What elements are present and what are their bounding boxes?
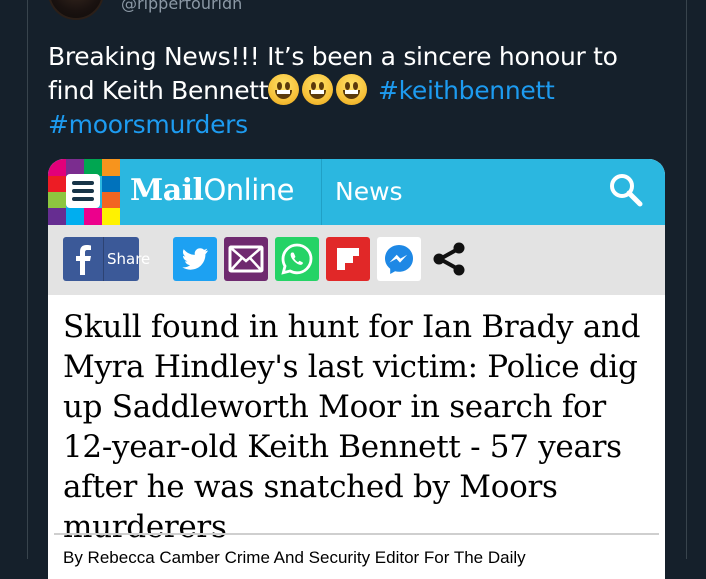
tweet-text: Breaking News!!! It’s been a sincere hon… [48, 40, 668, 142]
mailonline-logo[interactable]: MailOnline [130, 171, 294, 210]
section-label-news[interactable]: News [335, 175, 403, 209]
flipboard-icon [335, 246, 361, 272]
messenger-share-button[interactable] [377, 237, 421, 281]
tweet-card-border-right [686, 0, 687, 559]
grinning-face-emoji-icon [268, 74, 300, 105]
headline-divider [54, 533, 659, 535]
hashtag-link-moorsmurders[interactable]: #moorsmurders [48, 110, 248, 139]
menu-icon[interactable] [66, 174, 100, 208]
article-headline[interactable]: Skull found in hunt for Ian Brady and My… [63, 307, 653, 547]
logo-text-mail: Mail [130, 173, 204, 208]
whatsapp-share-button[interactable] [275, 237, 319, 281]
share-button-label: Share [107, 250, 151, 268]
messenger-icon [385, 245, 413, 274]
grinning-face-emoji-icon [302, 74, 334, 105]
avatar[interactable] [48, 0, 104, 20]
mailonline-header: MailOnline News [48, 159, 665, 225]
hashtag-link-keithbennett[interactable]: #keithbennett [378, 76, 555, 105]
twitter-share-button[interactable] [173, 237, 217, 281]
facebook-icon [76, 245, 91, 275]
tweet-card-border-left [27, 0, 28, 559]
tweet-media-image[interactable]: MailOnline News Share Skull found in hun… [48, 159, 665, 579]
header-divider [321, 159, 322, 225]
whatsapp-icon [281, 243, 313, 275]
share-toolbar: Share [48, 225, 665, 295]
search-icon[interactable] [608, 172, 644, 208]
email-icon [228, 245, 264, 273]
more-share-button[interactable] [428, 237, 472, 281]
logo-text-online: Online [203, 173, 294, 207]
twitter-icon [182, 248, 208, 270]
grinning-face-emoji-icon [336, 74, 368, 105]
email-share-button[interactable] [224, 237, 268, 281]
article-byline: By Rebecca Camber Crime And Security Edi… [63, 548, 526, 567]
facebook-share-button[interactable]: Share [63, 237, 150, 281]
share-icon [433, 242, 465, 276]
flipboard-share-button[interactable] [326, 237, 370, 281]
user-handle[interactable]: @rippertouridn [121, 0, 242, 14]
